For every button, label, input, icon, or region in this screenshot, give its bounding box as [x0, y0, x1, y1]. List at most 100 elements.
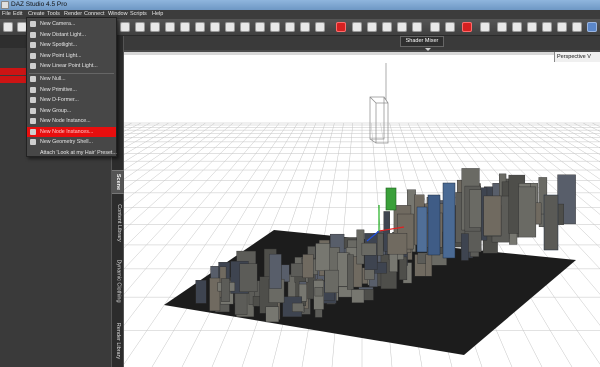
tower [442, 182, 456, 259]
shader-mixer-tab[interactable]: Shader Mixer [400, 36, 444, 47]
node-weight-icon[interactable] [195, 22, 205, 32]
camera-icon [30, 21, 36, 27]
building [314, 287, 324, 297]
building [324, 269, 339, 293]
menu-item-label: Attach 'Look at my Hair' Preset... [40, 149, 117, 156]
parameter-tool-icon[interactable] [352, 22, 362, 32]
window-title: DAZ Studio 4.5 Pro [11, 1, 67, 8]
building [337, 252, 349, 287]
preview-icon[interactable] [542, 22, 552, 32]
surface-selection-icon[interactable] [210, 22, 220, 32]
building [269, 253, 282, 289]
active-tool-icon[interactable] [336, 22, 346, 32]
tab-dynamic-clothing-label: Dynamic Clothing [115, 259, 122, 303]
menu-item-new-node-instance[interactable]: New Node Instance... [27, 116, 116, 127]
help-icon[interactable] [587, 22, 597, 32]
building [239, 263, 258, 293]
timeline-icon[interactable] [527, 22, 537, 32]
render-settings-icon[interactable] [480, 22, 490, 32]
menu-item-label: New Geometry Shell... [40, 139, 93, 145]
tab-content-library-label: Content Library [115, 204, 122, 242]
spot-render-icon[interactable] [270, 22, 280, 32]
menu-item-new-linear-point-light[interactable]: New Linear Point Light... [27, 61, 116, 72]
dformer-icon [30, 97, 36, 103]
render-icon[interactable] [462, 22, 472, 32]
hair-tool-icon[interactable] [367, 22, 377, 32]
mirror-tool-icon[interactable] [445, 22, 455, 32]
menu-item-label: New Null... [40, 76, 66, 82]
menu-item-new-dformer[interactable]: New D-Former... [27, 95, 116, 106]
measure-tool-icon[interactable] [315, 22, 325, 32]
menu-item-label: New Camera... [40, 21, 76, 27]
building [234, 289, 248, 315]
building [221, 278, 230, 302]
menu-item-new-group[interactable]: New Group... [27, 106, 116, 117]
tab-scene-label: Scene [115, 173, 122, 191]
light-tool-icon[interactable] [430, 22, 440, 32]
building [425, 254, 433, 277]
tab-render-library-label: Render Library [115, 322, 122, 360]
menu-item-label: New Point Light... [40, 52, 82, 59]
node-tool-icon[interactable] [397, 22, 407, 32]
linear-point-light-icon [30, 63, 36, 69]
menu-item-attach-hair-preset[interactable]: Attach 'Look at my Hair' Preset... [27, 148, 117, 159]
settings-icon[interactable] [572, 22, 582, 32]
menu-item-new-spotlight[interactable]: New Spotlight... [27, 40, 116, 51]
node-instance-icon [30, 118, 36, 124]
building [292, 302, 304, 312]
menu-item-label: New Spotlight... [40, 42, 78, 48]
viewport-camera-selector[interactable]: Perspective V [554, 52, 600, 62]
title-bar: DAZ Studio 4.5 Pro [0, 0, 600, 10]
null-icon [30, 76, 36, 82]
menu-item-label: New Linear Point Light... [40, 63, 98, 69]
building [461, 233, 469, 261]
joint-editor-icon[interactable] [180, 22, 190, 32]
menu-item-new-null[interactable]: New Null... [27, 74, 116, 85]
point-light-icon [30, 52, 36, 59]
menu-edit[interactable]: Edit [13, 11, 22, 17]
building [399, 256, 408, 281]
iray-icon[interactable] [512, 22, 522, 32]
building [315, 243, 330, 271]
menu-item-label: New Primitive... [40, 86, 77, 93]
rotate-tool-icon[interactable] [135, 22, 145, 32]
building [483, 195, 502, 236]
menu-file[interactable]: File [2, 11, 11, 17]
spotlight-icon [30, 42, 36, 48]
transform-tool-icon[interactable] [120, 22, 130, 32]
scale-tool-icon[interactable] [150, 22, 160, 32]
new-scene-icon[interactable] [3, 22, 13, 32]
layout-icon[interactable] [557, 22, 567, 32]
menu-item-label: New Node Instance... [40, 118, 91, 124]
distant-light-icon [30, 31, 36, 38]
viewport-header [124, 36, 600, 50]
region-navigator-icon[interactable] [255, 22, 265, 32]
building [347, 254, 354, 290]
building [195, 280, 207, 304]
menu-item-new-camera[interactable]: New Camera... [27, 19, 116, 30]
menu-item-new-primitive[interactable]: New Primitive... [27, 85, 116, 96]
menu-scripts[interactable]: Scripts [130, 11, 147, 17]
menu-help[interactable]: Help [152, 11, 163, 17]
menu-item-label: New Distant Light... [40, 31, 86, 38]
snapshot-icon[interactable] [497, 22, 507, 32]
menu-item-label: New Node Instances... [40, 128, 94, 135]
surface-tool-icon[interactable] [285, 22, 295, 32]
geometry-editor-icon[interactable] [225, 22, 235, 32]
tower [416, 206, 428, 253]
3d-viewport[interactable] [124, 52, 600, 367]
menu-item-new-node-instances[interactable]: New Node Instances... [27, 126, 116, 137]
chevron-down-icon[interactable] [425, 48, 431, 51]
menu-item-new-distant-light[interactable]: New Distant Light... [27, 30, 116, 41]
pose-tool-icon[interactable] [240, 22, 250, 32]
figure-setup-icon[interactable] [300, 22, 310, 32]
tower [427, 194, 441, 256]
building [469, 189, 482, 228]
menu-item-new-point-light[interactable]: New Point Light... [27, 51, 116, 62]
universal-tool-icon[interactable] [165, 22, 175, 32]
group-icon [30, 107, 36, 114]
camera-tool-icon[interactable] [412, 22, 422, 32]
menu-item-new-geometry-shell[interactable]: New Geometry Shell... [27, 137, 116, 148]
morph-tool-icon[interactable] [382, 22, 392, 32]
geometry-shell-icon [30, 139, 36, 145]
